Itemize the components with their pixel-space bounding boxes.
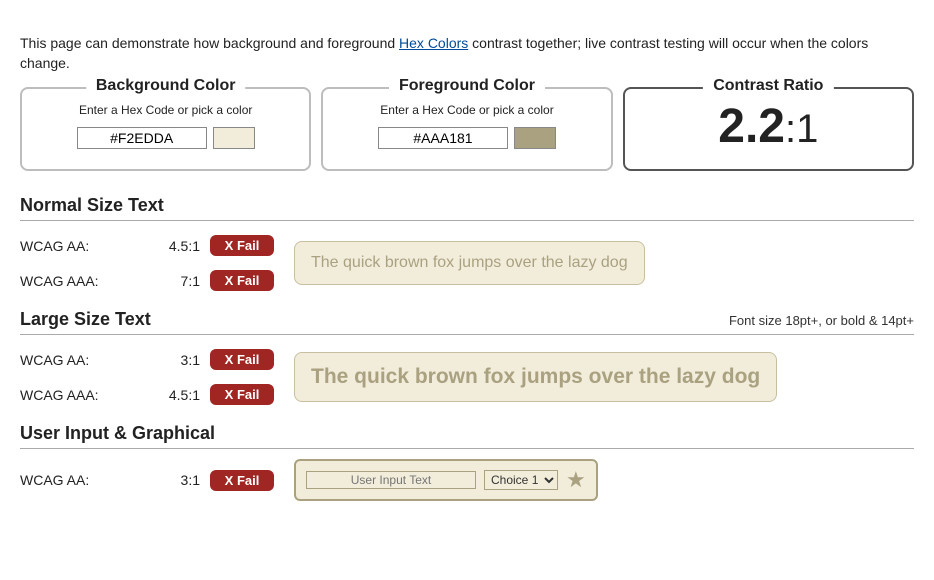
large-aaa-result: X Fail (210, 384, 274, 405)
intro-text: This page can demonstrate how background… (20, 34, 914, 73)
intro-before: This page can demonstrate how background… (20, 35, 399, 51)
foreground-legend: Foreground Color (389, 77, 545, 95)
ui-sample-box: Choice 1 ★ (294, 459, 598, 501)
background-color-fieldset: Background Color Enter a Hex Code or pic… (20, 87, 311, 171)
large-aa-result: X Fail (210, 349, 274, 370)
background-swatch[interactable] (213, 127, 255, 149)
foreground-hex-input[interactable] (378, 127, 508, 149)
large-sample-box: The quick brown fox jumps over the lazy … (294, 352, 777, 402)
large-note: Font size 18pt+, or bold & 14pt+ (729, 313, 914, 328)
ui-aa-req: 3:1 (140, 472, 210, 488)
ratio-suffix: :1 (785, 107, 818, 151)
foreground-hint: Enter a Hex Code or pick a color (341, 103, 592, 117)
foreground-swatch[interactable] (514, 127, 556, 149)
background-hint: Enter a Hex Code or pick a color (40, 103, 291, 117)
background-hex-input[interactable] (77, 127, 207, 149)
large-heading: Large Size Text (20, 309, 151, 330)
hex-colors-link[interactable]: Hex Colors (399, 35, 468, 51)
ui-section: User Input & Graphical WCAG AA: 3:1 X Fa… (20, 423, 914, 501)
large-text-section: Large Size Text Font size 18pt+, or bold… (20, 309, 914, 409)
normal-text-section: Normal Size Text WCAG AA: 4.5:1 X Fail W… (20, 195, 914, 295)
background-legend: Background Color (86, 77, 246, 95)
foreground-color-fieldset: Foreground Color Enter a Hex Code or pic… (321, 87, 612, 171)
normal-aaa-result: X Fail (210, 270, 274, 291)
ratio-main: 2.2 (718, 100, 785, 153)
normal-aa-label: WCAG AA: (20, 238, 140, 254)
ui-heading: User Input & Graphical (20, 423, 215, 444)
ui-sample-select[interactable]: Choice 1 (484, 470, 558, 490)
normal-aa-result: X Fail (210, 235, 274, 256)
normal-heading: Normal Size Text (20, 195, 164, 216)
large-aaa-req: 4.5:1 (140, 387, 210, 403)
normal-aaa-req: 7:1 (140, 273, 210, 289)
contrast-ratio-fieldset: Contrast Ratio 2.2:1 (623, 87, 914, 171)
normal-aaa-label: WCAG AAA: (20, 273, 140, 289)
large-aa-label: WCAG AA: (20, 352, 140, 368)
large-aaa-label: WCAG AAA: (20, 387, 140, 403)
contrast-ratio-value: 2.2:1 (643, 99, 894, 153)
star-icon: ★ (566, 469, 586, 491)
ui-aa-result: X Fail (210, 470, 274, 491)
ui-sample-input[interactable] (306, 471, 476, 489)
large-aa-req: 3:1 (140, 352, 210, 368)
normal-sample-box: The quick brown fox jumps over the lazy … (294, 241, 645, 285)
normal-aa-req: 4.5:1 (140, 238, 210, 254)
contrast-ratio-legend: Contrast Ratio (703, 77, 833, 95)
ui-aa-label: WCAG AA: (20, 472, 140, 488)
